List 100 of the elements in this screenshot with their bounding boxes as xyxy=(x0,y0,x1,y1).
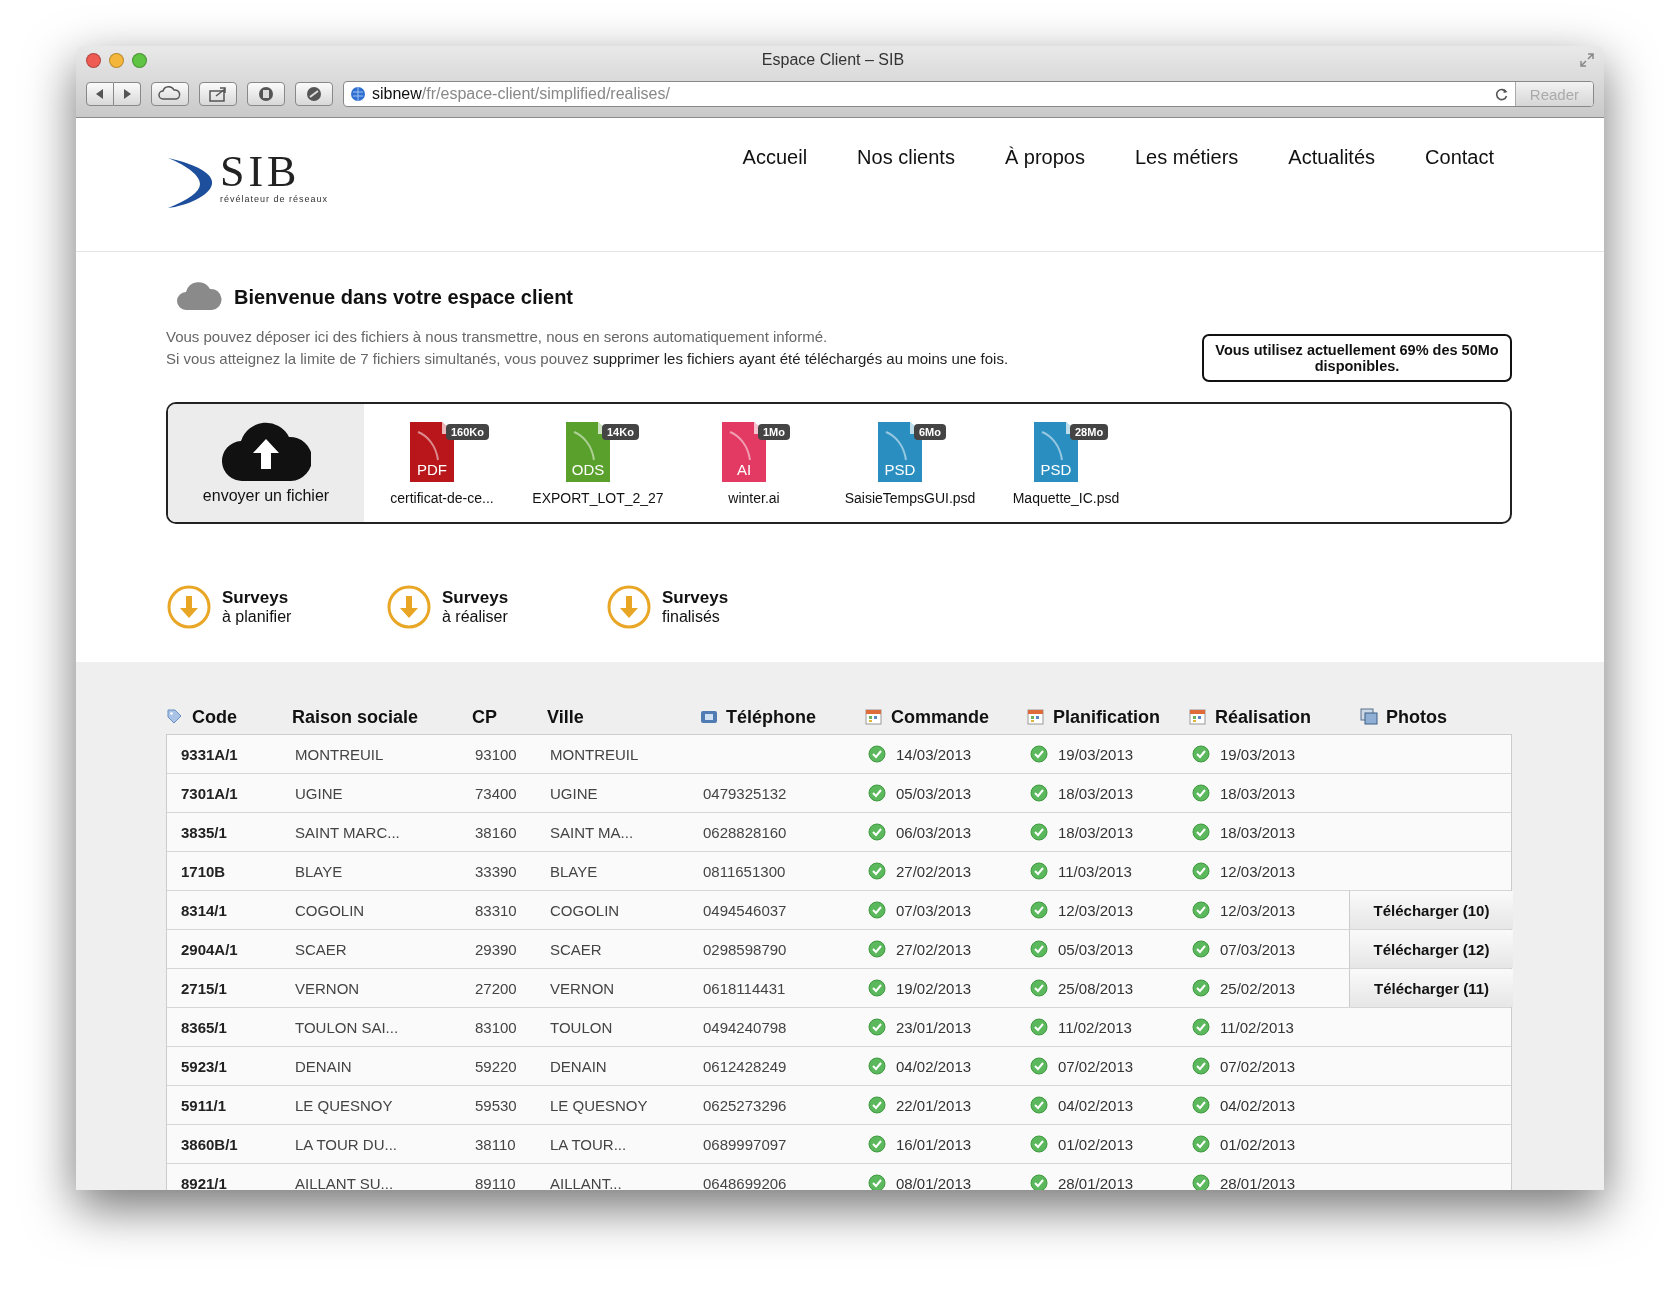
check-icon xyxy=(1192,1018,1210,1036)
check-icon xyxy=(1192,1096,1210,1114)
file-size-badge: 6Mo xyxy=(914,424,946,440)
download-photos-button[interactable]: Télécharger (11) xyxy=(1349,969,1513,1007)
table-cell: 05/03/2013 xyxy=(896,784,972,802)
table-cell: 12/03/2013 xyxy=(1220,901,1296,919)
nav-link[interactable]: Accueil xyxy=(742,146,808,169)
globe-icon xyxy=(350,86,366,102)
table-cell-text: SAINT MARC... xyxy=(294,822,401,843)
table-cell: 27/02/2013 xyxy=(896,940,972,958)
table-cell: 28/01/2013 xyxy=(1220,1174,1296,1190)
column-header: Code xyxy=(192,706,237,728)
table-cell-text: LA TOUR DU... xyxy=(294,1134,398,1155)
download-photos-button[interactable]: Télécharger (12) xyxy=(1349,930,1513,968)
check-icon xyxy=(1192,1135,1210,1153)
phone-icon xyxy=(700,708,718,726)
check-icon xyxy=(1192,940,1210,958)
check-icon xyxy=(1030,745,1048,763)
window-control-button[interactable] xyxy=(86,52,101,68)
file-item[interactable]: 6Mo PSD SaisieTempsGUI.psd xyxy=(832,404,988,522)
table-cell-text: 2715/1 xyxy=(180,978,228,999)
table-cell-text: SCAER xyxy=(549,939,603,960)
table-cell: 01/02/2013 xyxy=(1220,1135,1296,1153)
table-cell: 07/02/2013 xyxy=(1058,1057,1134,1075)
window-control-button[interactable] xyxy=(132,52,147,68)
check-icon xyxy=(1030,1018,1048,1036)
column-header: Raison sociale xyxy=(292,706,419,728)
cloud-icon xyxy=(176,282,222,312)
table-cell: 19/03/2013 xyxy=(1220,745,1296,763)
table-cell: 11/02/2013 xyxy=(1058,1018,1132,1036)
table-cell-text: LE QUESNOY xyxy=(549,1095,649,1116)
file-item[interactable]: 1Mo AI winter.ai xyxy=(676,404,832,522)
table-cell-text: TOULON SAI... xyxy=(294,1017,400,1038)
table-cell: 06/03/2013 xyxy=(896,823,972,841)
survey-link[interactable]: Surveys xyxy=(442,588,509,608)
check-icon xyxy=(1030,784,1048,802)
nav-link[interactable]: Les métiers xyxy=(1134,146,1239,169)
file-item[interactable]: 160Ko PDF certificat-de-ce... xyxy=(364,404,520,522)
table-cell-text: 5923/1 xyxy=(180,1056,228,1077)
delete-files-link[interactable]: supprimer les fichiers ayant été téléchargés au moins une fois. xyxy=(592,350,1009,367)
check-icon xyxy=(868,979,886,997)
back-icon[interactable] xyxy=(86,82,114,106)
file-name: EXPORT_LOT_2_27 xyxy=(532,490,664,506)
table-cell-text: 38110 xyxy=(474,1134,517,1155)
table-cell: 16/01/2013 xyxy=(896,1135,972,1153)
check-icon xyxy=(1030,1057,1048,1075)
table-cell-text: LE QUESNOY xyxy=(294,1095,394,1116)
reload-icon[interactable] xyxy=(1494,87,1509,101)
welcome-heading: Bienvenue dans votre espace client xyxy=(234,285,574,309)
survey-link[interactable]: Surveys xyxy=(222,588,292,608)
share-icon[interactable] xyxy=(199,82,237,106)
file-type-label: AI xyxy=(735,461,753,478)
calendar-icon xyxy=(1189,708,1207,726)
check-icon xyxy=(1030,940,1048,958)
check-icon xyxy=(868,862,886,880)
file-type-label: ODS xyxy=(570,461,606,478)
check-icon xyxy=(1192,745,1210,763)
column-header: Téléphone xyxy=(726,706,816,728)
cloud-upload-icon xyxy=(221,421,311,483)
upload-button[interactable]: envoyer un fichier xyxy=(168,404,364,522)
table-cell-text: 27200 xyxy=(474,978,518,999)
logo[interactable]: SIB révélateur de réseaux xyxy=(166,150,329,210)
table-cell-text: 0648699206 xyxy=(702,1173,788,1190)
check-icon xyxy=(868,745,886,763)
nav-link[interactable]: À propos xyxy=(1004,146,1085,169)
forward-icon[interactable] xyxy=(114,82,141,106)
file-size-badge: 28Mo xyxy=(1070,424,1109,440)
table-cell: 18/03/2013 xyxy=(1058,784,1134,802)
table-cell: 27/02/2013 xyxy=(896,862,972,880)
nav-link[interactable]: Contact xyxy=(1425,146,1494,169)
nav-link[interactable]: Nos clients xyxy=(857,146,955,169)
file-item[interactable]: 28Mo PSD Maquette_IC.psd xyxy=(988,404,1144,522)
table-cell-text: 8365/1 xyxy=(180,1017,228,1038)
table-cell-text: 93100 xyxy=(474,744,518,765)
table-cell: 25/08/2013 xyxy=(1058,979,1134,997)
table-cell-text: VERNON xyxy=(549,978,616,999)
check-icon xyxy=(1030,823,1048,841)
table-cell: 18/03/2013 xyxy=(1058,823,1134,841)
survey-link[interactable]: Surveys xyxy=(662,588,729,608)
table-cell-text: 59530 xyxy=(474,1095,518,1116)
download-photos-button[interactable]: Télécharger (10) xyxy=(1349,891,1513,929)
table-cell-text: COGOLIN xyxy=(549,900,621,921)
column-header: Réalisation xyxy=(1215,706,1312,728)
cloud-icon[interactable] xyxy=(151,82,189,106)
fullscreen-icon[interactable] xyxy=(1580,53,1594,67)
table-cell-text: VERNON xyxy=(294,978,361,999)
survey-subtitle: à planifier xyxy=(222,608,292,626)
file-name: SaisieTempsGUI.psd xyxy=(844,490,976,506)
table-cell-text: 8314/1 xyxy=(180,900,228,921)
table-cell-text: 73400 xyxy=(474,783,518,804)
table-cell: 22/01/2013 xyxy=(896,1096,972,1114)
table-cell: 11/02/2013 xyxy=(1220,1018,1294,1036)
nav-link[interactable]: Actualités xyxy=(1288,146,1376,169)
file-item[interactable]: 14Ko ODS EXPORT_LOT_2_27 xyxy=(520,404,676,522)
intro-text: Si vous atteignez la limite de 7 fichiers simultanés, vous pouvez supprimer les fichiers ayant été téléchargés au moins une fois. xyxy=(166,350,1009,368)
table-cell: 14/03/2013 xyxy=(896,745,972,763)
intro-text: Vous pouvez déposer ici des fichiers à nous transmettre, nous en serons automatiquement informé. xyxy=(166,328,829,346)
check-icon xyxy=(1192,1057,1210,1075)
logo-tagline: révélateur de réseaux xyxy=(220,194,329,204)
column-header: CP xyxy=(472,706,497,728)
